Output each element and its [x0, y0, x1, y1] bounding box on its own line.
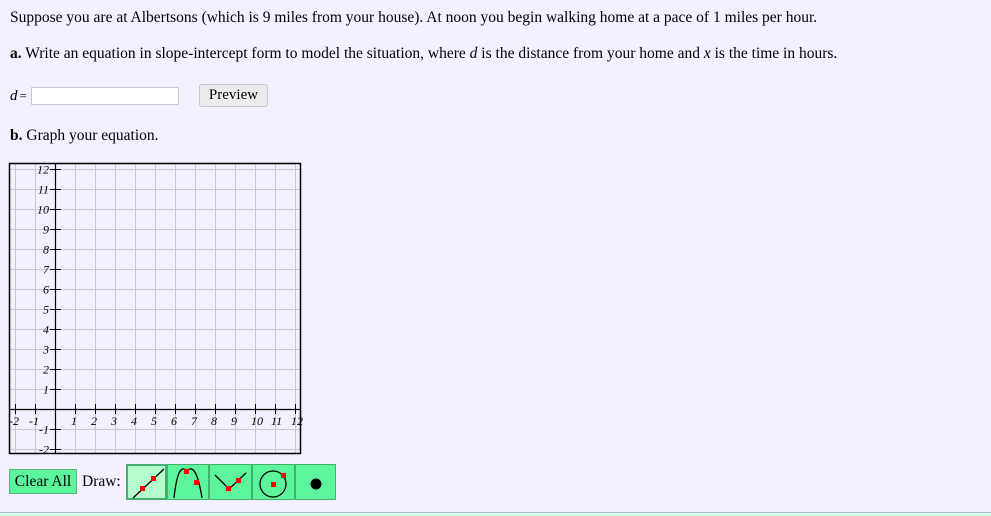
graph-canvas[interactable]: -2 -1 1 2 3 4 5 6 7 8 9 10 11 12121110987654321-1-2 [0, 0, 991, 515]
y-tick-label: 5 [43, 303, 49, 317]
x-tick-label: 9 [231, 414, 237, 428]
x-tick-label: 4 [131, 414, 137, 428]
y-tick-label: -1 [39, 423, 49, 437]
y-tick-label: 4 [43, 323, 49, 337]
y-tick-label: 1 [43, 383, 49, 397]
x-tick-label: 8 [211, 414, 217, 428]
y-tick-label: 8 [43, 243, 49, 257]
y-tick-label: 3 [42, 343, 49, 357]
y-tick-label: 9 [43, 223, 49, 237]
x-tick-label: -1 [29, 414, 39, 428]
y-tick-label: -2 [39, 443, 49, 457]
x-tick-label: 7 [191, 414, 198, 428]
x-tick-label: 1 [71, 414, 77, 428]
absolute-value-icon [214, 472, 247, 491]
bottom-strip [0, 512, 991, 516]
point-tool-button[interactable] [295, 464, 336, 500]
y-tick-label: 2 [43, 363, 49, 377]
circle-tool-button[interactable] [252, 464, 295, 500]
parabola-tool-button[interactable] [167, 464, 209, 500]
y-tick-label: 6 [43, 283, 49, 297]
point-icon [310, 478, 322, 490]
x-tick-label: 5 [151, 414, 157, 428]
x-tick-label: 3 [110, 414, 117, 428]
line-tool-button[interactable] [126, 464, 167, 500]
y-tick-label: 11 [38, 183, 49, 197]
line-icon [132, 468, 165, 499]
x-tick-label: 10 [251, 414, 263, 428]
y-tick-label: 10 [37, 203, 49, 217]
circle-icon [259, 470, 287, 498]
clear-all-button[interactable]: Clear All [9, 469, 77, 494]
x-tick-label: -2 [9, 414, 19, 428]
x-tick-label: 2 [91, 414, 97, 428]
absolute-value-tool-button[interactable] [209, 464, 252, 500]
y-tick-label: 12 [37, 163, 49, 177]
x-tick-label: 6 [171, 414, 177, 428]
x-tick-label: 11 [271, 414, 282, 428]
y-tick-label: 7 [43, 263, 50, 277]
draw-label: Draw: [82, 473, 121, 490]
parabola-icon [173, 468, 203, 499]
